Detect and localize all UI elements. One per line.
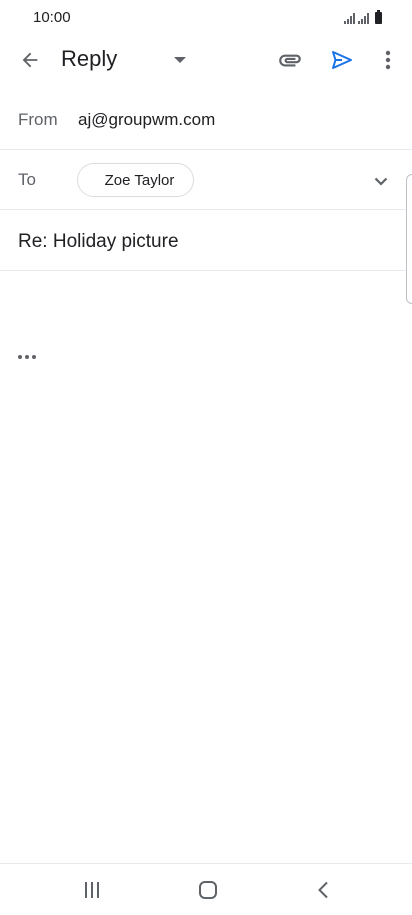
signal-icon [344,12,355,24]
page-title: Reply [61,46,118,71]
recents-button[interactable] [72,876,112,904]
paperclip-icon [279,54,301,67]
app-bar: Reply [0,36,412,84]
recipient-chip[interactable]: Zoe Taylor [77,163,194,197]
system-navigation-bar [0,863,412,915]
signal-icon-2 [358,12,369,24]
subject-row[interactable]: Re: Holiday picture [0,211,412,271]
to-row[interactable]: To Zoe Taylor [0,150,412,210]
reply-mode-dropdown[interactable] [168,48,192,72]
more-options-button[interactable] [372,44,404,76]
from-label: From [18,110,58,129]
chevron-left-icon [318,881,328,899]
caret-down-icon [174,57,186,63]
to-label: To [18,170,36,189]
arrow-back-icon [22,52,38,68]
back-button[interactable] [14,44,46,76]
chevron-down-icon [374,177,388,186]
send-icon [332,51,352,69]
recipient-name: Zoe Taylor [104,171,175,189]
expand-recipients-button[interactable] [368,168,394,194]
system-back-button[interactable] [303,876,343,904]
home-icon [199,881,217,899]
status-time: 10:00 [33,9,71,26]
home-button[interactable] [188,876,228,904]
more-vert-icon [385,50,391,70]
attach-button[interactable] [274,44,306,76]
recents-icon [85,882,99,898]
compose-body[interactable] [0,271,412,331]
status-bar: 10:00 [0,0,412,36]
battery-icon [375,10,382,24]
show-quoted-text-button[interactable] [14,348,40,366]
subject-field[interactable]: Re: Holiday picture [18,231,179,253]
send-button[interactable] [326,44,358,76]
from-row: From aj@groupwm.com [0,90,412,150]
from-address[interactable]: aj@groupwm.com [78,110,215,130]
status-icons [344,10,382,24]
